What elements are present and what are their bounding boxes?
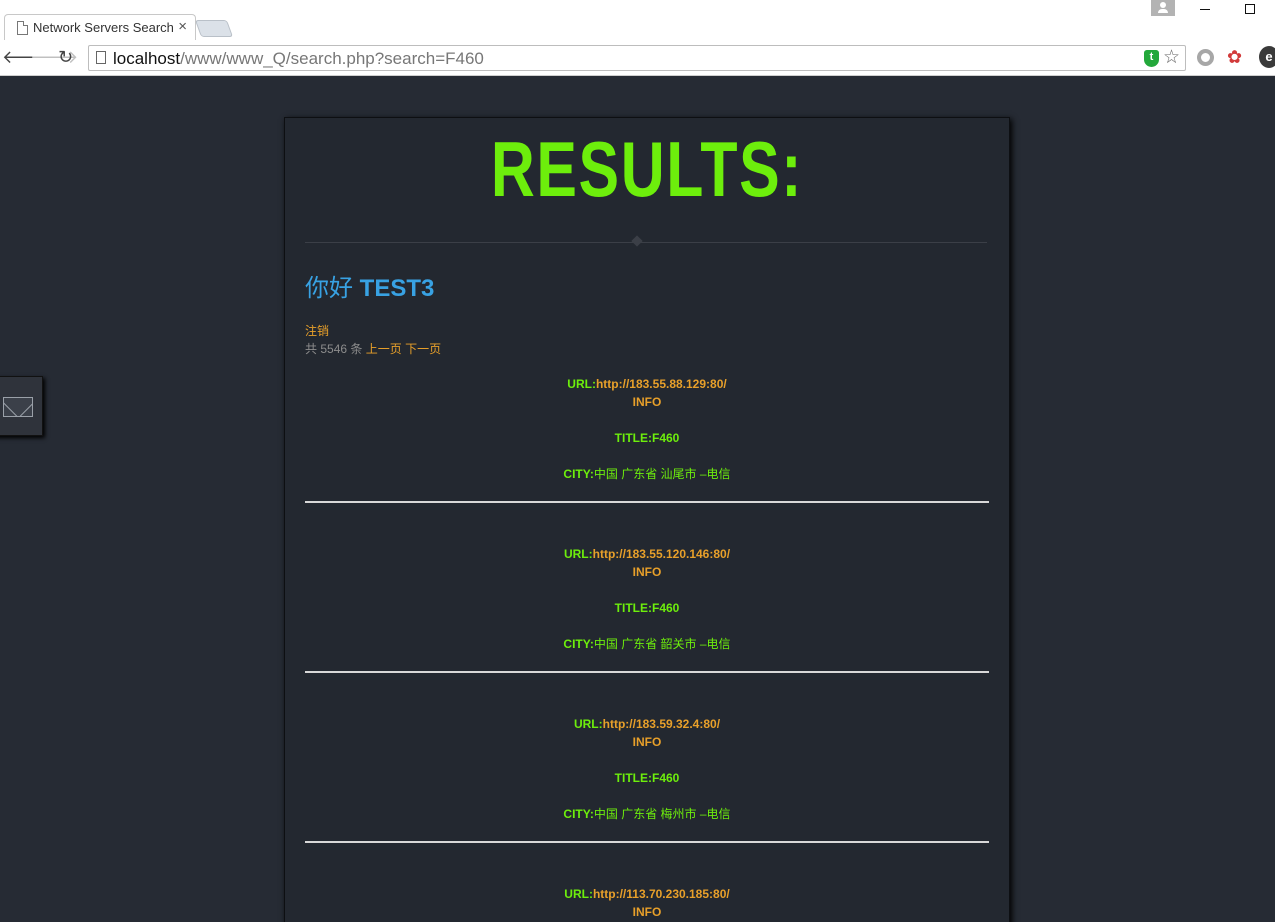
result-item: URL:http://183.59.32.4:80/ INFO TITLE:F4… <box>305 715 989 823</box>
result-city: 中国 广东省 韶关市 –电信 <box>593 637 731 651</box>
user-profile-icon[interactable] <box>1151 0 1175 16</box>
greeting: 你好 TEST3 <box>305 268 434 303</box>
divider-diamond <box>631 235 643 247</box>
info-link[interactable]: INFO <box>305 563 989 581</box>
close-tab-icon[interactable]: × <box>178 18 187 35</box>
new-tab-button[interactable] <box>194 20 234 37</box>
shield-extension-icon[interactable]: t <box>1144 50 1159 67</box>
page-icon <box>17 21 28 35</box>
result-item: URL:http://183.55.88.129:80/ INFO TITLE:… <box>305 375 989 483</box>
info-link[interactable]: INFO <box>305 733 989 751</box>
divider-line <box>305 242 987 243</box>
extension-e-icon[interactable]: e <box>1259 46 1275 68</box>
minimize-icon[interactable] <box>1200 9 1210 10</box>
address-bar[interactable]: localhost/www/www_Q/search.php?search=F4… <box>88 45 1186 71</box>
prev-page-link[interactable]: 上一页 <box>366 342 402 356</box>
username: TEST3 <box>359 275 435 302</box>
result-separator <box>305 501 989 503</box>
browser-toolbar: 🡐 🡒 ↻ localhost/www/www_Q/search.php?sea… <box>0 40 1275 76</box>
result-title: F460 <box>651 431 680 445</box>
logout-link[interactable]: 注销 <box>305 322 329 339</box>
result-count-line: 共 5546 条 上一页 下一页 <box>305 342 442 356</box>
results-panel: RESULTS: 你好 TEST3 注销 共 5546 条 上一页 下一页 UR… <box>284 117 1010 922</box>
info-link[interactable]: INFO <box>305 393 989 411</box>
result-title: F460 <box>651 601 680 615</box>
result-city: 中国 广东省 汕尾市 –电信 <box>593 467 731 481</box>
browser-titlebar: Network Servers Search × <box>0 0 1275 41</box>
next-page-link[interactable]: 下一页 <box>405 342 441 356</box>
maximize-icon[interactable] <box>1245 4 1255 14</box>
extension-red-icon[interactable]: ✿ <box>1227 48 1242 66</box>
reload-icon[interactable]: ↻ <box>58 47 73 67</box>
extension-circle-icon[interactable] <box>1197 49 1214 66</box>
result-url-link[interactable]: http://183.59.32.4:80/ <box>603 717 720 731</box>
bookmark-star-icon[interactable]: ☆ <box>1163 46 1180 69</box>
result-item: URL:http://183.55.120.146:80/ INFO TITLE… <box>305 545 989 653</box>
envelope-icon <box>3 397 33 417</box>
result-separator <box>305 671 989 673</box>
browser-tab[interactable]: Network Servers Search × <box>4 14 196 41</box>
result-count: 5546 <box>320 342 348 356</box>
page-title: RESULTS: <box>490 125 804 213</box>
tab-title: Network Servers Search <box>33 20 173 35</box>
result-item: URL:http://113.70.230.185:80/ INFO <box>305 885 989 921</box>
page-info-icon[interactable] <box>96 51 106 64</box>
info-link[interactable]: INFO <box>305 903 989 921</box>
result-url-link[interactable]: http://113.70.230.185:80/ <box>593 887 730 901</box>
address-url[interactable]: localhost/www/www_Q/search.php?search=F4… <box>113 49 484 69</box>
result-url-link[interactable]: http://183.55.120.146:80/ <box>593 547 730 561</box>
result-url-link[interactable]: http://183.55.88.129:80/ <box>596 377 727 391</box>
greeting-prefix: 你好 <box>305 275 353 302</box>
mail-side-button[interactable] <box>0 376 43 436</box>
result-city: 中国 广东省 梅州市 –电信 <box>593 807 731 821</box>
result-title: F460 <box>651 771 680 785</box>
result-separator <box>305 841 989 843</box>
